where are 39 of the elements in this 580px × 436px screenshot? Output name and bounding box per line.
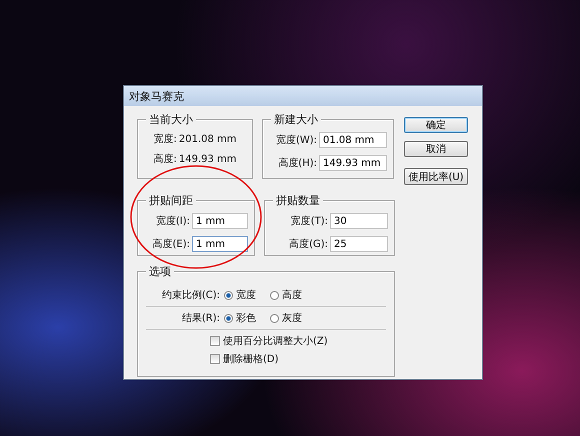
- radio-label: 灰度: [282, 312, 302, 325]
- input-field[interactable]: 01.08 mm: [319, 132, 387, 148]
- field-value: 149.93 mm: [178, 154, 237, 166]
- dialog-button[interactable]: 确定: [404, 117, 468, 133]
- radio-label: 彩色: [236, 312, 256, 325]
- group-title: 当前大小: [146, 112, 196, 127]
- radio-label: 宽度: [236, 288, 256, 302]
- input-field[interactable]: 1 mm: [192, 213, 248, 229]
- field-label: 高度(G):: [288, 238, 328, 251]
- dialog-button[interactable]: 取消: [404, 141, 468, 157]
- radio-group-label: 约束比例(C):: [160, 288, 220, 302]
- field-label: 高度(H):: [277, 156, 317, 170]
- field-label: 高度(E):: [152, 238, 190, 251]
- field-value: 201.08 mm: [178, 134, 237, 146]
- input-field[interactable]: 149.93 mm: [319, 155, 387, 171]
- input-field[interactable]: 1 mm: [192, 236, 248, 252]
- group-title: 新建大小: [271, 112, 321, 127]
- radio-button[interactable]: [224, 314, 233, 322]
- checkbox-label: 删除栅格(D): [223, 352, 279, 366]
- checkbox[interactable]: [210, 354, 220, 364]
- group-title: 拼贴数量: [273, 193, 323, 208]
- window-title: 对象马赛克: [129, 88, 184, 104]
- dialog-button[interactable]: 使用比率(U): [404, 168, 468, 185]
- radio-button[interactable]: [224, 290, 233, 300]
- group-title: 选项: [146, 264, 174, 279]
- checkbox[interactable]: [210, 336, 220, 346]
- field-label: 宽度(W):: [274, 134, 317, 147]
- field-label: 高度:: [153, 154, 177, 166]
- radio-group-label: 结果(R):: [180, 312, 220, 325]
- group-title: 拼贴间距: [146, 193, 196, 208]
- checkbox-label: 使用百分比调整大小(Z): [223, 334, 328, 348]
- input-field[interactable]: 25: [330, 236, 388, 252]
- radio-button[interactable]: [270, 314, 279, 322]
- field-label: 宽度:: [153, 134, 177, 146]
- field-label: 宽度(T):: [290, 214, 328, 228]
- input-field[interactable]: 30: [330, 213, 388, 229]
- field-label: 宽度(I):: [154, 214, 190, 228]
- radio-label: 高度: [282, 288, 302, 302]
- radio-button[interactable]: [270, 290, 279, 300]
